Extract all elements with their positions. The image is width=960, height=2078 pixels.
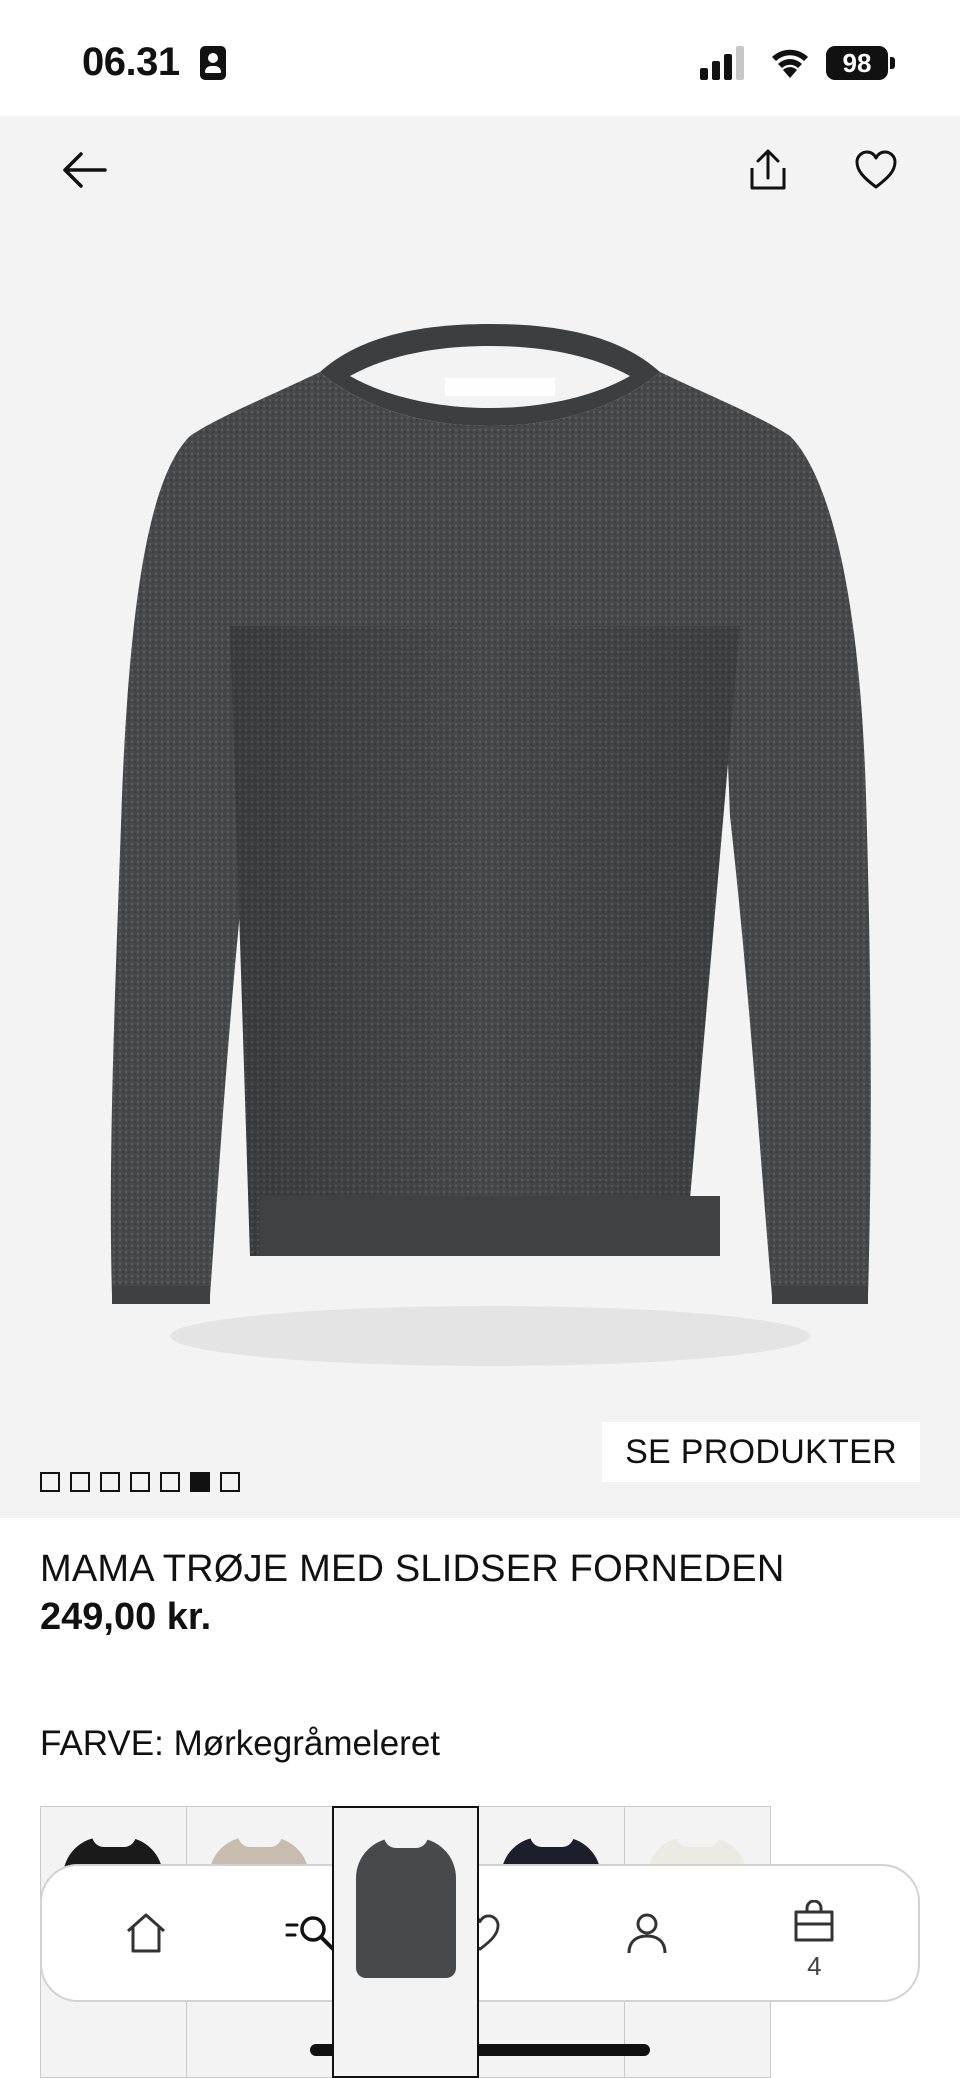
pager-dot[interactable] bbox=[220, 1472, 240, 1492]
account-icon bbox=[627, 1913, 667, 1954]
bottom-navigation: 4 bbox=[40, 1864, 920, 2002]
image-pager[interactable] bbox=[40, 1472, 240, 1492]
cellular-signal-icon bbox=[700, 46, 744, 80]
heart-icon bbox=[855, 150, 897, 189]
wifi-icon bbox=[772, 49, 808, 78]
battery-icon: 98 bbox=[826, 46, 896, 80]
share-button[interactable] bbox=[738, 140, 798, 200]
pager-dot[interactable] bbox=[70, 1472, 90, 1492]
pager-dot[interactable] bbox=[100, 1472, 120, 1492]
pager-dot[interactable] bbox=[130, 1472, 150, 1492]
bag-count: 4 bbox=[807, 1951, 822, 1981]
arrow-left-icon bbox=[63, 152, 107, 188]
status-time: 06.31 bbox=[82, 40, 180, 84]
share-icon bbox=[750, 149, 786, 190]
nav-bag[interactable]: 4 bbox=[766, 1885, 862, 1981]
swatch-dark-grey-melange[interactable] bbox=[332, 1806, 479, 2078]
pager-dot[interactable] bbox=[160, 1472, 180, 1492]
back-button[interactable] bbox=[54, 140, 114, 200]
product-price: 249,00 kr. bbox=[40, 1596, 212, 1638]
battery-level: 98 bbox=[826, 46, 888, 80]
product-title: MAMA TRØJE MED SLIDSER FORNEDEN bbox=[40, 1548, 785, 1590]
favorite-button[interactable] bbox=[846, 140, 906, 200]
sweater-image bbox=[110, 324, 871, 1366]
nav-account[interactable] bbox=[599, 1885, 695, 1981]
product-image-gallery[interactable]: SE PRODUKTER bbox=[0, 116, 960, 1518]
nav-home[interactable] bbox=[98, 1885, 194, 1981]
status-bar: 06.31 98 bbox=[0, 0, 960, 116]
see-products-button[interactable]: SE PRODUKTER bbox=[602, 1422, 920, 1482]
id-card-icon bbox=[200, 46, 226, 80]
color-label: FARVE: Mørkegråmeleret bbox=[40, 1724, 441, 1763]
pager-dot[interactable] bbox=[40, 1472, 60, 1492]
home-icon bbox=[126, 1913, 165, 1953]
bag-icon bbox=[794, 1900, 834, 1942]
pager-dot-active[interactable] bbox=[190, 1472, 210, 1492]
